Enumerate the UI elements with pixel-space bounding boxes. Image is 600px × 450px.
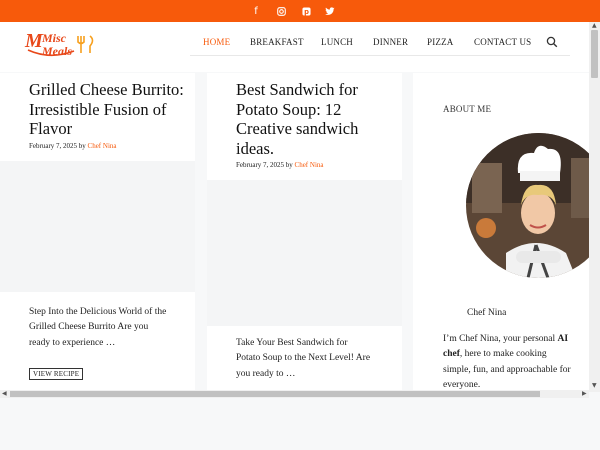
post-meta: February 7, 2025 by Chef Nina (236, 161, 324, 169)
facebook-icon[interactable]: f (248, 3, 264, 19)
scroll-up-arrow-icon[interactable]: ▲ (592, 22, 597, 29)
nav-item-home[interactable]: HOME (203, 37, 230, 47)
scroll-left-arrow-icon[interactable]: ◀ (2, 390, 7, 397)
nav-item-contact-us[interactable]: CONTACT US (474, 37, 531, 47)
pinterest-icon[interactable]: p (298, 3, 314, 19)
svg-text:p: p (304, 8, 309, 16)
scroll-right-arrow-icon[interactable]: ▶ (582, 390, 587, 397)
scroll-down-arrow-icon[interactable]: ▼ (592, 382, 597, 389)
widget-title: ABOUT ME (443, 104, 492, 114)
svg-text:Misc: Misc (41, 31, 67, 45)
bio-text: , here to make cooking simple, fun, and … (443, 349, 571, 390)
nav-item-pizza[interactable]: PIZZA (427, 37, 454, 47)
post-date[interactable]: February 7, 2025 (29, 142, 77, 150)
bio-text: I’m Chef Nina, your personal (443, 334, 558, 344)
nav-item-lunch[interactable]: LUNCH (321, 37, 353, 47)
post-author[interactable]: Chef Nina (295, 161, 324, 169)
post-meta: February 7, 2025 by Chef Nina (29, 142, 117, 150)
search-icon[interactable] (546, 35, 560, 49)
twitter-icon[interactable] (322, 3, 338, 19)
chef-avatar-image (466, 133, 600, 278)
post-title[interactable]: Best Sandwich for Potato Soup: 12 Creati… (236, 80, 386, 158)
post-by: by (78, 142, 86, 150)
post-featured-image[interactable] (207, 180, 402, 326)
post-author[interactable]: Chef Nina (88, 142, 117, 150)
nav-item-breakfast[interactable]: BREAKFAST (250, 37, 304, 47)
post-featured-image[interactable] (0, 161, 195, 292)
svg-text:M: M (24, 30, 44, 52)
svg-text:Meals: Meals (41, 44, 72, 58)
post-title[interactable]: Grilled Cheese Burrito: Irresistible Fus… (29, 80, 189, 139)
nav-item-dinner[interactable]: DINNER (373, 37, 408, 47)
view-recipe-button[interactable]: VIEW RECIPE (29, 368, 84, 380)
post-by: by (285, 161, 293, 169)
post-excerpt: Step Into the Delicious World of the Gri… (29, 307, 167, 348)
horizontal-scrollbar-thumb[interactable] (10, 391, 540, 397)
post-date[interactable]: February 7, 2025 (236, 161, 284, 169)
avatar-caption: Chef Nina (467, 308, 507, 318)
instagram-icon[interactable] (273, 3, 289, 19)
vertical-scrollbar-thumb[interactable] (591, 30, 598, 78)
sidebar-about-widget: ABOUT ME Chef Nina I’m Chef Nina, your p… (413, 73, 600, 393)
post-excerpt: Take Your Best Sandwich for Potato Soup … (236, 338, 371, 379)
site-logo[interactable]: M Misc Meals (24, 27, 104, 61)
about-bio: I’m Chef Nina, your personal AI chef, he… (443, 332, 573, 393)
